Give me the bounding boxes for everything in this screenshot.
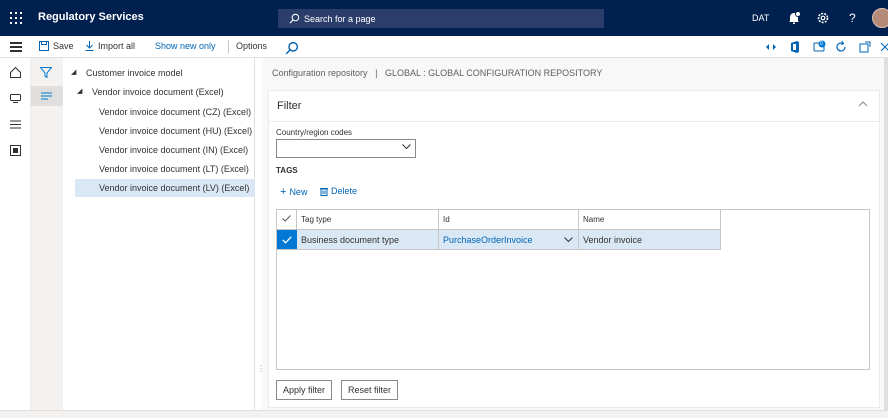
hamburger-menu-icon[interactable] [10, 42, 22, 52]
tree-node-label: Vendor invoice document (LT) (Excel) [99, 164, 249, 174]
global-search-box[interactable]: Search for a page [278, 9, 604, 28]
row-checkbox[interactable] [277, 230, 297, 250]
options-tab[interactable]: Options [236, 41, 267, 51]
modules-icon[interactable] [9, 118, 22, 131]
search-placeholder: Search for a page [304, 14, 376, 24]
search-icon [289, 13, 300, 24]
column-header-tag-type[interactable]: Tag type [297, 210, 439, 230]
tree-node-hu[interactable]: Vendor invoice document (HU) (Excel) [63, 122, 255, 140]
save-icon [39, 41, 49, 51]
open-new-window-icon[interactable] [858, 40, 872, 54]
tree-node-customer-invoice-model[interactable]: ◢ Customer invoice model [63, 64, 255, 82]
save-label: Save [53, 41, 74, 51]
breadcrumb-repository: GLOBAL : GLOBAL CONFIGURATION REPOSITORY [384, 68, 603, 78]
show-new-only-label: Show new only [155, 41, 216, 51]
card-divider [269, 121, 879, 122]
workspaces-icon[interactable] [9, 144, 22, 157]
options-label: Options [236, 41, 268, 51]
avatar[interactable] [872, 8, 888, 28]
favorites-icon[interactable] [9, 92, 22, 105]
list-view-toggle[interactable] [31, 86, 63, 106]
badge-count: 0 [820, 41, 823, 47]
new-tag-button[interactable]: + New [280, 186, 307, 198]
checkmark-icon [282, 215, 291, 222]
tree-node-label: Vendor invoice document (Excel) [92, 87, 224, 97]
tree-node-label: Vendor invoice document (LV) (Excel) [99, 183, 250, 193]
column-header-name[interactable]: Name [579, 210, 721, 230]
import-all-button[interactable]: Import all [85, 41, 135, 51]
tree-node-cz[interactable]: Vendor invoice document (CZ) (Excel) [63, 103, 255, 121]
cell-id-dropdown[interactable]: PurchaseOrderInvoice [439, 230, 579, 250]
tree-node-lv[interactable]: Vendor invoice document (LV) (Excel) [75, 179, 255, 197]
filter-card-title: Filter [277, 100, 302, 112]
office-icon[interactable] [788, 40, 802, 54]
splitter-grip[interactable]: ⋮ [257, 364, 265, 373]
list-icon [41, 92, 52, 100]
tree-node-vendor-invoice-document[interactable]: ◢ Vendor invoice document (Excel) [63, 83, 255, 101]
column-header-id[interactable]: Id [439, 210, 579, 230]
cell-tag-type[interactable]: Business document type [297, 230, 439, 250]
tree-node-label: Vendor invoice document (CZ) (Excel) [99, 107, 252, 117]
main-content: Configuration repository | GLOBAL : GLOB… [262, 58, 888, 410]
trash-icon [320, 187, 328, 196]
breadcrumb: Configuration repository | GLOBAL : GLOB… [272, 68, 602, 78]
tree-node-label: Vendor invoice document (HU) (Excel) [99, 126, 253, 136]
cell-name[interactable]: Vendor invoice [579, 230, 721, 250]
filter-icon[interactable] [40, 67, 52, 78]
country-region-combobox[interactable] [276, 139, 416, 158]
company-picker[interactable]: DAT [752, 13, 769, 23]
bottom-status-strip [0, 410, 888, 418]
tree-node-label: Customer invoice model [86, 68, 183, 78]
app-title[interactable]: Regulatory Services [38, 11, 144, 23]
notification-icon[interactable] [786, 10, 802, 26]
cell-id-value: PurchaseOrderInvoice [443, 235, 533, 245]
show-new-only-button[interactable]: Show new only [155, 41, 216, 51]
delete-tag-button[interactable]: Delete [320, 186, 357, 196]
import-icon [85, 41, 94, 51]
action-search-icon[interactable] [285, 41, 299, 55]
help-icon[interactable]: ? [849, 11, 865, 27]
collapse-triangle-icon[interactable]: ◢ [77, 83, 82, 101]
checkmark-icon [282, 236, 292, 244]
filter-card: Filter Country/region codes TAGS + New D… [268, 90, 880, 408]
apply-filter-button[interactable]: Apply filter [276, 380, 333, 400]
right-scroll-edge [884, 58, 888, 410]
breadcrumb-separator: | [375, 68, 378, 78]
settings-icon[interactable] [815, 10, 831, 26]
tags-header: TAGS [276, 166, 298, 175]
collapse-triangle-icon[interactable]: ◢ [71, 64, 76, 82]
plus-icon: + [280, 186, 287, 198]
new-label: New [289, 187, 308, 197]
left-navigation [0, 58, 31, 418]
refresh-icon[interactable] [834, 40, 848, 54]
action-pane-separator [228, 40, 229, 54]
save-button[interactable]: Save [39, 41, 74, 51]
app-launcher-icon[interactable] [10, 12, 22, 24]
delete-label: Delete [331, 186, 358, 196]
reset-filter-button[interactable]: Reset filter [341, 380, 399, 400]
configuration-tree: ◢ Customer invoice model ◢ Vendor invoic… [63, 58, 255, 410]
home-icon[interactable] [9, 66, 22, 79]
chevron-down-icon [564, 237, 573, 243]
tags-grid: Tag type Id Name Business document type … [276, 209, 870, 370]
tree-toolbar [31, 58, 63, 410]
chevron-down-icon [402, 144, 411, 150]
country-region-label: Country/region codes [276, 128, 353, 137]
close-icon[interactable] [878, 40, 888, 54]
chevron-up-icon[interactable] [858, 101, 868, 107]
action-pane: Save Import all Show new only Options 0 [0, 36, 888, 58]
tree-node-label: Vendor invoice document (IN) (Excel) [99, 145, 249, 155]
attachments-badge[interactable]: 0 [813, 40, 827, 54]
breadcrumb-page: Configuration repository [272, 68, 368, 78]
tree-node-in[interactable]: Vendor invoice document (IN) (Excel) [63, 141, 255, 159]
import-all-label: Import all [98, 41, 136, 51]
tree-node-lt[interactable]: Vendor invoice document (LT) (Excel) [63, 160, 255, 178]
connections-icon[interactable] [764, 40, 778, 54]
select-all-checkbox[interactable] [277, 210, 297, 230]
top-navigation-bar: Regulatory Services Search for a page DA… [0, 0, 888, 36]
